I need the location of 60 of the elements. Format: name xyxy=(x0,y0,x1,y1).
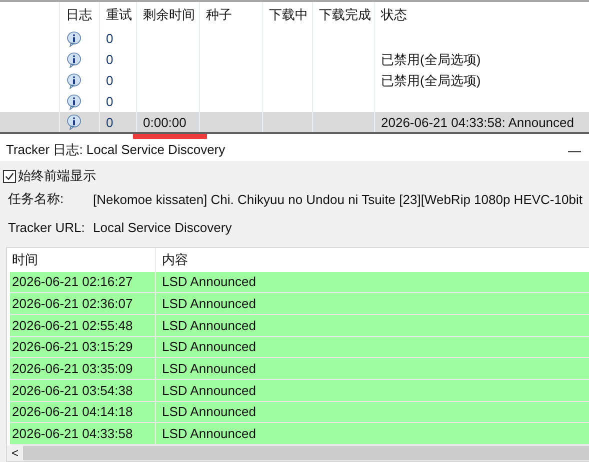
table-cell: 已禁用(全局选项) xyxy=(381,72,481,90)
field-value: [Nekomoe kissaten] Chi. Chikyuu no Undou ni Tsuite [23][WebRip 1080p HEVC-10bit xyxy=(93,192,582,206)
table-cell: 2026-06-21 03:15:29 xyxy=(10,336,156,358)
table-cell-text: LSD Announced xyxy=(161,273,257,292)
scroll-left-button[interactable]: < xyxy=(7,445,23,461)
table-cell: 2026-06-21 02:36:07 xyxy=(10,293,156,314)
info-icon xyxy=(66,30,82,46)
log-row[interactable]: 2026-06-21 02:55:48 LSD Announced xyxy=(10,314,589,337)
column-header[interactable]: 内容 xyxy=(156,248,589,272)
table-cell: 0 xyxy=(106,31,114,46)
log-row[interactable]: 2026-06-21 04:33:58 LSD Announced xyxy=(10,423,589,445)
table-cell-text: LSD Announced xyxy=(161,360,257,378)
column-header[interactable]: 剩余时间 xyxy=(143,6,195,24)
table-cell-text: LSD Announced xyxy=(161,316,257,335)
info-icon xyxy=(66,114,82,130)
table-cell: 2026-06-21 03:54:38 xyxy=(10,380,156,401)
table-cell: 0 xyxy=(106,94,114,109)
log-row[interactable]: 2026-06-21 03:35:09 LSD Announced xyxy=(10,358,589,380)
log-row[interactable]: 2026-06-21 03:54:38 LSD Announced xyxy=(10,380,589,402)
table-cell-text: LSD Announced xyxy=(161,382,257,400)
table-cell: 0 xyxy=(106,73,114,88)
minimize-button[interactable]: — xyxy=(566,142,583,158)
table-cell-text: LSD Announced xyxy=(161,425,257,444)
table-cell: 已禁用(全局选项) xyxy=(381,50,481,68)
log-row[interactable]: 2026-06-21 03:15:29 LSD Announced xyxy=(10,336,589,358)
checkbox[interactable] xyxy=(3,170,16,182)
info-icon xyxy=(66,52,82,68)
table-cell: 2026-06-21 03:35:09 xyxy=(10,358,156,379)
field-value: Local Service Discovery xyxy=(93,220,232,234)
checkbox-label[interactable]: 始终前端显示 xyxy=(18,167,96,185)
window-title: Tracker 日志: Local Service Discovery xyxy=(6,141,226,159)
tracker-row[interactable]: 0 0:00:00 2026-06-21 04:33:58: Announced xyxy=(0,112,589,134)
field-label: Tracker URL: xyxy=(8,220,86,234)
table-cell-text: LSD Announced xyxy=(161,295,257,314)
log-row[interactable]: 2026-06-21 02:36:07 LSD Announced xyxy=(10,293,589,315)
horizontal-scrollbar[interactable]: < xyxy=(7,445,589,461)
table-cell-text: LSD Announced xyxy=(161,403,257,422)
table-cell: 2026-06-21 02:55:48 xyxy=(10,314,156,336)
table-cell: 0 xyxy=(106,114,114,130)
info-icon xyxy=(66,94,82,110)
tracker-row[interactable]: 0 已禁用(全局选项) xyxy=(0,70,589,91)
table-cell: 0:00:00 xyxy=(143,114,186,130)
table-cell: 2026-06-21 04:33:58: Announced xyxy=(381,114,574,130)
tracker-row[interactable]: 0 已禁用(全局选项) xyxy=(0,49,589,70)
table-cell: 2026-06-21 04:14:18 xyxy=(10,402,156,422)
column-header[interactable]: 下载完成 xyxy=(319,6,371,24)
table-cell-text: LSD Announced xyxy=(161,338,257,356)
table-cell: 2026-06-21 04:33:58 xyxy=(10,423,156,444)
log-row[interactable]: 2026-06-21 04:14:18 LSD Announced xyxy=(10,402,589,424)
log-row[interactable]: 2026-06-21 02:16:27 LSD Announced xyxy=(10,272,589,294)
column-header[interactable]: 重试 xyxy=(106,6,132,24)
column-header[interactable]: 状态 xyxy=(381,6,407,24)
column-header[interactable]: 种子 xyxy=(206,6,232,24)
field-label: 任务名称: xyxy=(8,190,65,208)
info-icon xyxy=(66,72,82,88)
column-header[interactable]: 日志 xyxy=(66,6,92,24)
table-cell: 0 xyxy=(106,52,114,67)
table-cell: 2026-06-21 02:16:27 xyxy=(10,272,156,292)
tracker-row[interactable]: 0 xyxy=(0,28,589,49)
column-header[interactable]: 下载中 xyxy=(269,6,308,24)
